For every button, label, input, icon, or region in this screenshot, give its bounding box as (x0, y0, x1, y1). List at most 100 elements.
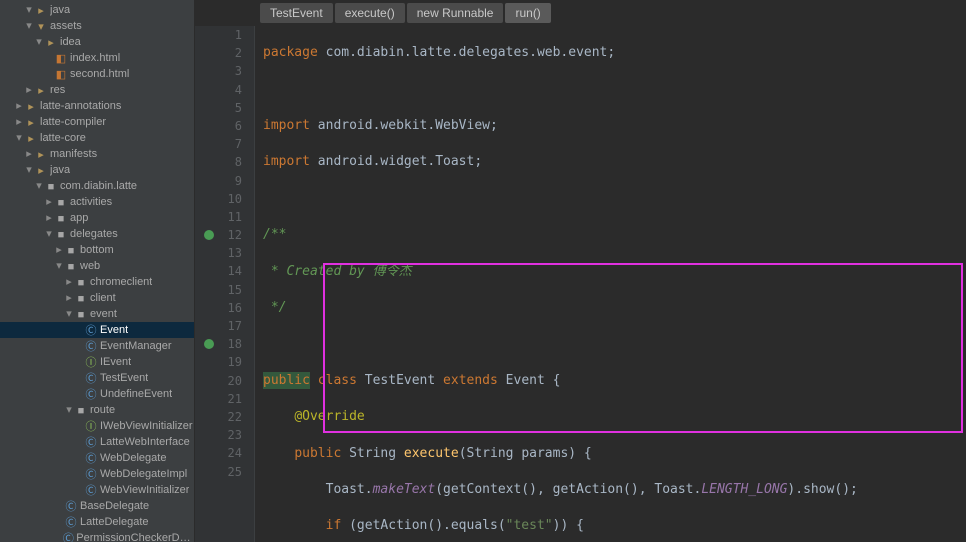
tree-twisty-icon[interactable]: ▸ (24, 146, 34, 162)
override-marker[interactable] (204, 230, 214, 240)
tree-twisty-icon[interactable]: ▸ (14, 114, 24, 130)
html-icon: ◧ (54, 51, 68, 65)
tree-twisty-icon[interactable]: ▾ (24, 18, 34, 34)
tree-item[interactable]: ⒸWebViewInitializer (0, 482, 194, 498)
pkg-icon: ■ (74, 307, 88, 321)
code-text: (getContext(), getAction(), Toast. (435, 482, 701, 497)
tree-item[interactable]: ⒸPermissionCheckerDelegate (0, 530, 194, 542)
code-content[interactable]: package com.diabin.latte.delegates.web.e… (255, 26, 966, 542)
tree-item[interactable]: ⒸUndefineEvent (0, 386, 194, 402)
tree-label: Event (100, 322, 128, 338)
ret-type: String (349, 446, 396, 461)
crumb-run[interactable]: run() (505, 3, 550, 23)
tree-item[interactable]: ▸■bottom (0, 242, 194, 258)
tree-item[interactable]: ⒸEvent (0, 322, 194, 338)
tree-item[interactable]: ⒸBaseDelegate (0, 498, 194, 514)
tree-twisty-icon[interactable]: ▸ (24, 82, 34, 98)
tree-item[interactable]: ▾▸latte-core (0, 130, 194, 146)
tree-twisty-icon[interactable]: ▾ (24, 162, 34, 178)
super-name: Event (506, 373, 545, 388)
tree-item[interactable]: ▸▸latte-compiler (0, 114, 194, 130)
tree-twisty-icon[interactable]: ▾ (44, 226, 54, 242)
pkg-icon: ■ (44, 179, 58, 193)
tree-item[interactable]: ⒸLatteWebInterface (0, 434, 194, 450)
tree-label: IWebViewInitializer (100, 418, 193, 434)
tree-twisty-icon[interactable]: ▾ (34, 34, 44, 50)
method-name: execute (404, 446, 459, 461)
annotation: @Override (294, 409, 364, 424)
pkg-icon: ■ (64, 243, 78, 257)
breadcrumb[interactable]: TestEvent execute() new Runnable run() (195, 0, 966, 26)
tree-label: latte-compiler (40, 114, 106, 130)
tree-item[interactable]: ⒾIWebViewInitializer (0, 418, 194, 434)
tree-label: res (50, 82, 65, 98)
tree-item[interactable]: ▾▸java (0, 162, 194, 178)
tree-item[interactable]: ▸■chromeclient (0, 274, 194, 290)
tree-label: com.diabin.latte (60, 178, 137, 194)
tree-item[interactable]: ▸■client (0, 290, 194, 306)
tree-twisty-icon[interactable]: ▸ (54, 242, 64, 258)
class-icon: Ⓒ (84, 451, 98, 465)
tree-label: event (90, 306, 117, 322)
tree-item[interactable]: ⒸTestEvent (0, 370, 194, 386)
tree-label: index.html (70, 50, 120, 66)
tree-item[interactable]: ⒸWebDelegate (0, 450, 194, 466)
gutter[interactable]: 1234567891011121314151617181920212223242… (195, 26, 255, 542)
class-icon: Ⓒ (62, 531, 74, 542)
tree-twisty-icon[interactable]: ▾ (54, 258, 64, 274)
tree-label: chromeclient (90, 274, 152, 290)
tree-item[interactable]: ⒸLatteDelegate (0, 514, 194, 530)
tree-label: latte-core (40, 130, 86, 146)
tree-label: latte-annotations (40, 98, 121, 114)
tree-item[interactable]: ▸▸latte-annotations (0, 98, 194, 114)
iface-icon: Ⓘ (84, 355, 98, 369)
tree-item[interactable]: ◧index.html (0, 50, 194, 66)
tree-twisty-icon[interactable]: ▾ (24, 2, 34, 18)
tree-item[interactable]: ▾■delegates (0, 226, 194, 242)
tree-label: manifests (50, 146, 97, 162)
tree-item[interactable]: ▾■com.diabin.latte (0, 178, 194, 194)
crumb-method[interactable]: execute() (335, 3, 405, 23)
tree-twisty-icon[interactable]: ▾ (14, 130, 24, 146)
tree-twisty-icon[interactable]: ▾ (64, 306, 74, 322)
iface-icon: Ⓘ (84, 419, 98, 433)
tree-twisty-icon[interactable]: ▸ (44, 194, 54, 210)
code-area[interactable]: 1234567891011121314151617181920212223242… (195, 26, 966, 542)
class-icon: Ⓒ (84, 467, 98, 481)
tree-twisty-icon[interactable]: ▸ (64, 274, 74, 290)
kw-class: class (318, 373, 357, 388)
tree-item[interactable]: ⒸEventManager (0, 338, 194, 354)
tree-item[interactable]: ▸■activities (0, 194, 194, 210)
tree-label: java (50, 162, 70, 178)
tree-item[interactable]: ▸▸res (0, 82, 194, 98)
tree-item[interactable]: ▾▸java (0, 2, 194, 18)
tree-item[interactable]: ⒾIEvent (0, 354, 194, 370)
tree-item[interactable]: ▾▸idea (0, 34, 194, 50)
tree-twisty-icon[interactable]: ▸ (14, 98, 24, 114)
tree-label: delegates (70, 226, 118, 242)
tree-item[interactable]: ▸■app (0, 210, 194, 226)
tree-label: route (90, 402, 115, 418)
kw-extends: extends (443, 373, 498, 388)
tree-twisty-icon[interactable]: ▾ (64, 402, 74, 418)
tree-item[interactable]: ⒸWebDelegateImpl (0, 466, 194, 482)
pkg-icon: ■ (74, 291, 88, 305)
tree-twisty-icon[interactable]: ▸ (44, 210, 54, 226)
class-icon: Ⓒ (84, 339, 98, 353)
tree-item[interactable]: ▸▸manifests (0, 146, 194, 162)
tree-item[interactable]: ▾▾assets (0, 18, 194, 34)
tree-twisty-icon[interactable]: ▸ (64, 290, 74, 306)
tree-item[interactable]: ▾■event (0, 306, 194, 322)
override-marker[interactable] (204, 339, 214, 349)
tree-twisty-icon[interactable]: ▾ (34, 178, 44, 194)
project-tree-panel[interactable]: ▾▸java▾▾assets▾▸idea◧index.html◧second.h… (0, 0, 195, 542)
tree-label: WebViewInitializer (100, 482, 189, 498)
tree-item[interactable]: ▾■web (0, 258, 194, 274)
folder-icon: ▸ (34, 83, 48, 97)
crumb-anon[interactable]: new Runnable (407, 3, 504, 23)
tree-label: java (50, 2, 70, 18)
tree-item[interactable]: ◧second.html (0, 66, 194, 82)
tree-item[interactable]: ▾■route (0, 402, 194, 418)
crumb-class[interactable]: TestEvent (260, 3, 333, 23)
import-path: android.widget.Toast; (318, 154, 482, 169)
